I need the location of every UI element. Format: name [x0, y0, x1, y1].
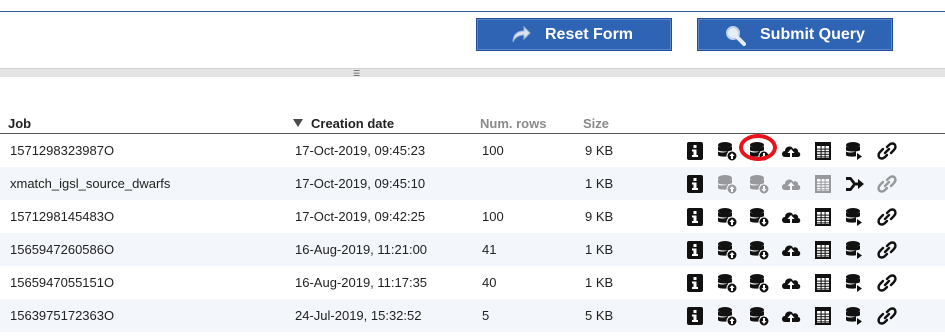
results-table-icon[interactable] [807, 238, 839, 262]
share-table-icon[interactable] [839, 304, 871, 328]
info-icon[interactable] [679, 205, 711, 229]
upload-table-icon[interactable] [711, 271, 743, 295]
job-cell: 1565947055151O [10, 275, 115, 290]
size-cell: 1 KB [585, 176, 614, 191]
results-table-icon[interactable] [807, 271, 839, 295]
table-row[interactable]: 1565947055151O 16-Aug-2019, 11:17:35 40 1 K… [0, 266, 945, 299]
table-row[interactable]: 1563975172363O 24-Jul-2019, 15:32:52 5 5 KB [0, 299, 945, 332]
upload-table-icon[interactable] [711, 205, 743, 229]
row-actions [679, 139, 903, 163]
size-cell: 9 KB [585, 209, 614, 224]
info-icon[interactable] [679, 172, 711, 196]
table-row[interactable]: 1571298145483O 17-Oct-2019, 09:42:25 100 9 … [0, 200, 945, 233]
share-table-icon[interactable] [839, 205, 871, 229]
top-divider [0, 11, 945, 12]
download-table-icon[interactable] [743, 238, 775, 262]
upload-table-icon [711, 172, 743, 196]
job-cell: 1563975172363O [10, 308, 115, 323]
num-rows-cell: 100 [482, 209, 504, 224]
column-header-num-rows[interactable]: Num. rows [480, 116, 546, 131]
share-table-icon[interactable] [839, 139, 871, 163]
cloud-upload-icon[interactable] [775, 139, 807, 163]
column-header-creation-date-label: Creation date [311, 116, 395, 131]
row-actions [679, 271, 903, 295]
results-table-icon[interactable] [807, 205, 839, 229]
results-table-icon[interactable] [807, 304, 839, 328]
row-actions [679, 238, 903, 262]
table-row[interactable]: 1571298323987O 17-Oct-2019, 09:45:23 100 9 … [0, 134, 945, 167]
results-table-icon [807, 172, 839, 196]
job-cell: 1571298145483O [10, 209, 115, 224]
link-icon[interactable] [871, 139, 903, 163]
column-header-size[interactable]: Size [583, 116, 609, 131]
cloud-upload-icon[interactable] [775, 205, 807, 229]
upload-table-icon[interactable] [711, 304, 743, 328]
download-table-icon[interactable] [743, 271, 775, 295]
download-table-icon[interactable] [743, 139, 775, 163]
sort-descending-icon [293, 119, 303, 127]
creation-date-cell: 17-Oct-2019, 09:42:25 [295, 209, 426, 224]
link-icon[interactable] [871, 205, 903, 229]
upload-table-icon[interactable] [711, 238, 743, 262]
link-icon[interactable] [871, 238, 903, 262]
size-cell: 1 KB [585, 275, 614, 290]
results-table-icon[interactable] [807, 139, 839, 163]
link-icon[interactable] [871, 304, 903, 328]
info-icon[interactable] [679, 139, 711, 163]
size-cell: 1 KB [585, 242, 614, 257]
upload-table-icon[interactable] [711, 139, 743, 163]
share-table-icon[interactable] [839, 271, 871, 295]
cloud-upload-icon [775, 172, 807, 196]
row-actions [679, 205, 903, 229]
job-cell: 1571298323987O [10, 143, 115, 158]
row-actions [679, 304, 903, 328]
reset-form-button[interactable]: Reset Form [476, 18, 672, 51]
creation-date-cell: 17-Oct-2019, 09:45:23 [295, 143, 426, 158]
submit-query-label: Submit Query [760, 25, 865, 43]
num-rows-cell: 100 [482, 143, 504, 158]
info-icon[interactable] [679, 238, 711, 262]
link-icon[interactable] [871, 271, 903, 295]
splitter-grip-icon[interactable]: ☰ [353, 70, 360, 78]
download-table-icon[interactable] [743, 304, 775, 328]
download-table-icon[interactable] [743, 205, 775, 229]
column-header-job[interactable]: Job [8, 116, 31, 131]
merge-arrow-icon[interactable] [839, 172, 871, 196]
creation-date-cell: 24-Jul-2019, 15:32:52 [295, 308, 422, 323]
jobs-table-header: Job Creation date Num. rows Size [0, 112, 945, 134]
creation-date-cell: 17-Oct-2019, 09:45:10 [295, 176, 426, 191]
row-actions [679, 172, 903, 196]
creation-date-cell: 16-Aug-2019, 11:21:00 [295, 242, 428, 257]
table-row[interactable]: 1565947260586O 16-Aug-2019, 11:21:00 41 1 K… [0, 233, 945, 266]
share-table-icon[interactable] [839, 238, 871, 262]
size-cell: 9 KB [585, 143, 614, 158]
info-icon[interactable] [679, 304, 711, 328]
link-icon [871, 172, 903, 196]
job-cell: 1565947260586O [10, 242, 115, 257]
table-row[interactable]: xmatch_igsl_source_dwarfs 17-Oct-2019, 09… [0, 167, 945, 200]
panel-splitter[interactable]: ☰ [0, 68, 945, 78]
undo-arrow-icon [509, 24, 531, 46]
cloud-upload-icon[interactable] [775, 304, 807, 328]
num-rows-cell: 40 [482, 275, 497, 290]
download-table-icon [743, 172, 775, 196]
cloud-upload-icon[interactable] [775, 238, 807, 262]
submit-query-button[interactable]: Submit Query [697, 18, 893, 51]
job-cell: xmatch_igsl_source_dwarfs [10, 176, 171, 191]
reset-form-label: Reset Form [545, 25, 634, 43]
column-header-creation-date[interactable]: Creation date [293, 116, 394, 131]
creation-date-cell: 16-Aug-2019, 11:17:35 [295, 275, 428, 290]
magnifier-icon [724, 24, 746, 46]
cloud-upload-icon[interactable] [775, 271, 807, 295]
num-rows-cell: 41 [482, 242, 497, 257]
info-icon[interactable] [679, 271, 711, 295]
size-cell: 5 KB [585, 308, 614, 323]
num-rows-cell: 5 [482, 308, 490, 323]
